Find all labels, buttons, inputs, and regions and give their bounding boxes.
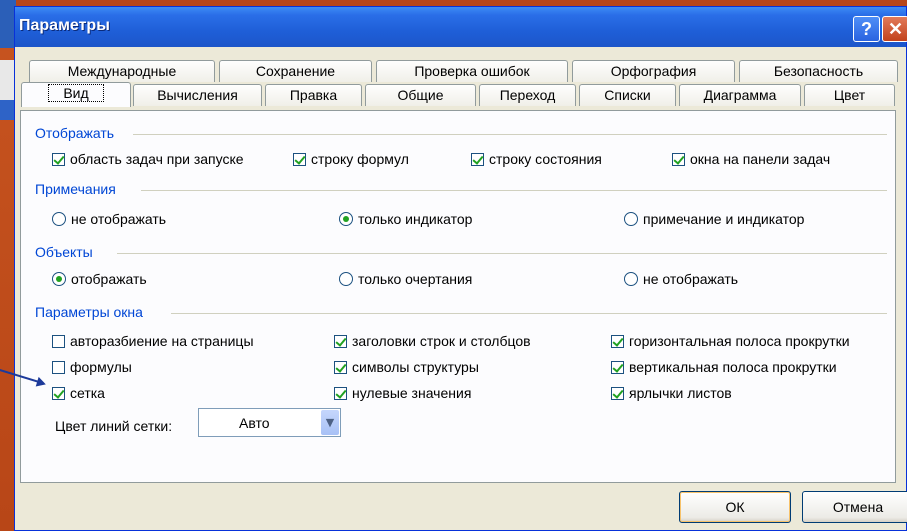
group-divider xyxy=(133,134,887,135)
option-formula-bar[interactable]: строку формул xyxy=(293,151,409,167)
checkbox[interactable] xyxy=(334,334,347,348)
option-label: примечание и индикатор xyxy=(643,211,805,227)
title-bar[interactable]: Параметры ? ✕ xyxy=(15,7,907,47)
option-label: только очертания xyxy=(358,271,473,287)
option-windows-in-taskbar[interactable]: окна на панели задач xyxy=(672,151,830,167)
group-divider xyxy=(171,313,887,314)
tab-international[interactable]: Международные xyxy=(29,60,215,82)
group-title-window-options: Параметры окна xyxy=(35,304,143,320)
checkbox[interactable] xyxy=(334,386,347,400)
option-label: авторазбиение на страницы xyxy=(70,333,254,349)
checkbox[interactable] xyxy=(52,334,65,348)
option-label: не отображать xyxy=(643,271,739,287)
option-label: строку состояния xyxy=(489,151,602,167)
checkbox[interactable] xyxy=(293,152,306,166)
radio-objects-outlines[interactable]: только очертания xyxy=(339,271,472,287)
checkbox[interactable] xyxy=(52,360,65,374)
chevron-down-icon[interactable]: ▼ xyxy=(321,410,339,435)
checkbox[interactable] xyxy=(471,152,484,166)
checkbox[interactable] xyxy=(611,334,624,348)
tab-error-checking[interactable]: Проверка ошибок xyxy=(376,60,568,82)
tab-calculation[interactable]: Вычисления xyxy=(133,84,262,106)
tab-view[interactable]: Вид xyxy=(21,82,131,107)
gridline-color-select[interactable]: Авто ▼ xyxy=(198,408,341,437)
tab-save[interactable]: Сохранение xyxy=(219,60,372,82)
tab-strip: Международные Сохранение Проверка ошибок… xyxy=(15,47,906,113)
dialog-title: Параметры xyxy=(19,17,110,34)
radio-comments-and-indicator[interactable]: примечание и индикатор xyxy=(624,211,804,227)
radio-comments-none[interactable]: не отображать xyxy=(52,211,166,227)
tab-lists[interactable]: Списки xyxy=(579,84,676,106)
tab-general[interactable]: Общие xyxy=(365,84,476,106)
checkbox[interactable] xyxy=(52,386,65,400)
desktop-window-edge xyxy=(0,60,14,100)
tab-transition[interactable]: Переход xyxy=(479,84,576,106)
option-label: горизонтальная полоса прокрутки xyxy=(629,333,850,349)
gridline-color-label: Цвет линий сетки: xyxy=(55,418,173,434)
option-page-breaks[interactable]: авторазбиение на страницы xyxy=(52,333,254,349)
option-label: вертикальная полоса прокрутки xyxy=(629,359,837,375)
option-label: строку формул xyxy=(311,151,409,167)
option-label: заголовки строк и столбцов xyxy=(352,333,531,349)
help-button[interactable]: ? xyxy=(853,16,880,42)
radio-comments-indicator[interactable]: только индикатор xyxy=(339,211,472,227)
option-label: только индикатор xyxy=(358,211,473,227)
radio-button[interactable] xyxy=(52,272,66,286)
group-divider xyxy=(117,253,887,254)
group-title-show: Отображать xyxy=(35,125,115,141)
tab-color[interactable]: Цвет xyxy=(804,84,895,106)
checkbox[interactable] xyxy=(52,152,65,166)
option-zero-values[interactable]: нулевые значения xyxy=(334,385,471,401)
option-horizontal-scrollbar[interactable]: горизонтальная полоса прокрутки xyxy=(611,333,850,349)
radio-objects-show[interactable]: отображать xyxy=(52,271,147,287)
option-label: окна на панели задач xyxy=(690,151,831,167)
ok-button[interactable]: ОК xyxy=(679,491,791,523)
option-sheet-tabs[interactable]: ярлычки листов xyxy=(611,385,732,401)
option-gridlines[interactable]: сетка xyxy=(52,385,105,401)
radio-button[interactable] xyxy=(624,272,638,286)
cancel-button[interactable]: Отмена xyxy=(802,491,907,523)
tab-chart[interactable]: Диаграмма xyxy=(679,84,801,106)
radio-button[interactable] xyxy=(339,272,353,286)
close-button[interactable]: ✕ xyxy=(882,16,907,42)
radio-button[interactable] xyxy=(52,212,66,226)
option-label: символы структуры xyxy=(352,359,479,375)
checkbox[interactable] xyxy=(611,386,624,400)
group-title-comments: Примечания xyxy=(35,181,116,197)
group-divider xyxy=(141,190,887,191)
tab-security[interactable]: Безопасность xyxy=(739,60,898,82)
option-status-bar[interactable]: строку состояния xyxy=(471,151,602,167)
radio-button[interactable] xyxy=(339,212,353,226)
options-dialog: Параметры ? ✕ Международные Сохранение П… xyxy=(14,6,907,531)
option-vertical-scrollbar[interactable]: вертикальная полоса прокрутки xyxy=(611,359,837,375)
tab-edit[interactable]: Правка xyxy=(265,84,362,106)
checkbox[interactable] xyxy=(334,360,347,374)
option-label: область задач при запуске xyxy=(70,151,244,167)
option-label: ярлычки листов xyxy=(629,385,732,401)
radio-button[interactable] xyxy=(624,212,638,226)
tab-panel-view: Отображать область задач при запуске стр… xyxy=(20,110,896,483)
option-label: нулевые значения xyxy=(352,385,472,401)
group-title-objects: Объекты xyxy=(35,244,93,260)
option-label: отображать xyxy=(71,271,147,287)
gridline-color-value: Авто xyxy=(239,415,270,431)
option-row-col-headers[interactable]: заголовки строк и столбцов xyxy=(334,333,531,349)
tab-view-label: Вид xyxy=(48,84,104,102)
checkbox[interactable] xyxy=(672,152,685,166)
option-label: не отображать xyxy=(71,211,167,227)
radio-objects-hide[interactable]: не отображать xyxy=(624,271,738,287)
option-label: формулы xyxy=(70,359,132,375)
option-label: сетка xyxy=(70,385,105,401)
option-startup-task-pane[interactable]: область задач при запуске xyxy=(52,151,244,167)
option-outline-symbols[interactable]: символы структуры xyxy=(334,359,479,375)
checkbox[interactable] xyxy=(611,360,624,374)
tab-spelling[interactable]: Орфография xyxy=(572,60,735,82)
option-formulas[interactable]: формулы xyxy=(52,359,132,375)
